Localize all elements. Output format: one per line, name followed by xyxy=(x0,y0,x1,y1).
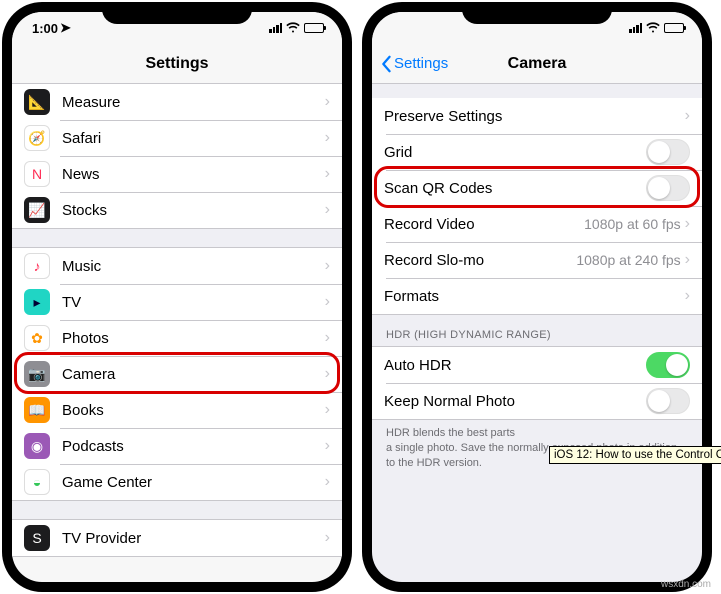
row-label: Game Center xyxy=(62,474,325,491)
wifi-icon xyxy=(646,21,660,36)
chevron-right-icon: › xyxy=(325,473,330,491)
settings-row-measure[interactable]: 📐 Measure› xyxy=(12,84,342,120)
news-icon: N xyxy=(24,161,50,187)
chevron-right-icon: › xyxy=(325,201,330,219)
settings-row-photos[interactable]: ✿ Photos› xyxy=(12,320,342,356)
row-detail: 1080p at 60 fps xyxy=(584,216,681,232)
settings-row-tv[interactable]: ▸ TV› xyxy=(12,284,342,320)
chevron-right-icon: › xyxy=(325,529,330,547)
watermark: wsxdn.com xyxy=(661,579,711,590)
row-label: Scan QR Codes xyxy=(384,180,646,197)
settings-row-tv-provider[interactable]: S TV Provider› xyxy=(12,520,342,556)
settings-row-stocks[interactable]: 📈 Stocks› xyxy=(12,192,342,228)
settings-row-camera[interactable]: 📷 Camera› xyxy=(12,356,342,392)
tv-provider-icon: S xyxy=(24,525,50,551)
row-label: Measure xyxy=(62,94,325,111)
nav-bar: Settings xyxy=(12,44,342,84)
tooltip: iOS 12: How to use the Control Cent xyxy=(549,446,721,464)
row-label: Books xyxy=(62,402,325,419)
chevron-right-icon: › xyxy=(325,257,330,275)
row-label: Auto HDR xyxy=(384,357,646,374)
chevron-right-icon: › xyxy=(325,437,330,455)
chevron-right-icon: › xyxy=(325,129,330,147)
settings-row-game-center[interactable]: ◒ Game Center› xyxy=(12,464,342,500)
page-title: Camera xyxy=(508,55,567,73)
status-time: 1:00 xyxy=(32,21,58,36)
row-label: Photos xyxy=(62,330,325,347)
podcasts-icon: ◉ xyxy=(24,433,50,459)
nav-bar: Settings Camera xyxy=(372,44,702,84)
chevron-right-icon: › xyxy=(325,93,330,111)
page-title: Settings xyxy=(145,55,208,73)
settings-row-news[interactable]: N News› xyxy=(12,156,342,192)
row-label: News xyxy=(62,166,325,183)
row-label: Grid xyxy=(384,144,646,161)
toggle-keep-normal-photo[interactable] xyxy=(646,388,690,414)
chevron-right-icon: › xyxy=(325,365,330,383)
chevron-right-icon: › xyxy=(685,107,690,125)
row-label: Record Video xyxy=(384,216,584,233)
camera-row-preserve-settings[interactable]: Preserve Settings› xyxy=(372,98,702,134)
toggle-auto-hdr[interactable] xyxy=(646,352,690,378)
game-center-icon: ◒ xyxy=(24,469,50,495)
photos-icon: ✿ xyxy=(24,325,50,351)
chevron-right-icon: › xyxy=(325,165,330,183)
camera-row-auto-hdr[interactable]: Auto HDR xyxy=(372,347,702,383)
camera-row-record-slo-mo[interactable]: Record Slo-mo1080p at 240 fps › xyxy=(372,242,702,278)
cell-signal-icon xyxy=(269,23,282,33)
back-label: Settings xyxy=(394,55,448,72)
camera-icon: 📷 xyxy=(24,361,50,387)
books-icon: 📖 xyxy=(24,397,50,423)
measure-icon: 📐 xyxy=(24,89,50,115)
chevron-right-icon: › xyxy=(685,287,690,305)
row-label: Keep Normal Photo xyxy=(384,393,646,410)
row-label: Formats xyxy=(384,288,685,305)
wifi-icon xyxy=(286,21,300,36)
camera-row-grid[interactable]: Grid xyxy=(372,134,702,170)
settings-row-podcasts[interactable]: ◉ Podcasts› xyxy=(12,428,342,464)
row-label: Record Slo-mo xyxy=(384,252,576,269)
phone-camera-settings: Settings Camera Preserve Settings›GridSc… xyxy=(362,2,712,592)
row-label: Podcasts xyxy=(62,438,325,455)
battery-icon xyxy=(304,23,324,33)
toggle-grid[interactable] xyxy=(646,139,690,165)
section-header-hdr: HDR (HIGH DYNAMIC RANGE) xyxy=(372,315,702,346)
notch xyxy=(102,2,252,24)
settings-row-safari[interactable]: 🧭 Safari› xyxy=(12,120,342,156)
safari-icon: 🧭 xyxy=(24,125,50,151)
chevron-right-icon: › xyxy=(325,293,330,311)
row-label: Camera xyxy=(62,366,325,383)
location-icon: ➤ xyxy=(60,20,71,36)
phone-settings: 1:00 ➤ Settings 📐Measure›🧭Safari›NNews›📈… xyxy=(2,2,352,592)
toggle-scan-qr-codes[interactable] xyxy=(646,175,690,201)
settings-row-books[interactable]: 📖 Books› xyxy=(12,392,342,428)
row-label: Music xyxy=(62,258,325,275)
tv-icon: ▸ xyxy=(24,289,50,315)
battery-icon xyxy=(664,23,684,33)
row-label: TV xyxy=(62,294,325,311)
cell-signal-icon xyxy=(629,23,642,33)
chevron-left-icon xyxy=(380,55,392,73)
camera-row-formats[interactable]: Formats› xyxy=(372,278,702,314)
chevron-right-icon: › xyxy=(325,329,330,347)
row-detail: 1080p at 240 fps xyxy=(576,252,680,268)
row-label: Stocks xyxy=(62,202,325,219)
camera-row-record-video[interactable]: Record Video1080p at 60 fps› xyxy=(372,206,702,242)
settings-row-music[interactable]: ♪ Music› xyxy=(12,248,342,284)
stocks-icon: 📈 xyxy=(24,197,50,223)
camera-row-scan-qr-codes[interactable]: Scan QR Codes xyxy=(372,170,702,206)
chevron-right-icon: › xyxy=(685,215,690,233)
chevron-right-icon: › xyxy=(325,401,330,419)
chevron-right-icon: › xyxy=(685,251,690,269)
row-label: Safari xyxy=(62,130,325,147)
notch xyxy=(462,2,612,24)
row-label: Preserve Settings xyxy=(384,108,685,125)
row-label: TV Provider xyxy=(62,530,325,547)
back-button[interactable]: Settings xyxy=(380,44,448,83)
camera-row-keep-normal-photo[interactable]: Keep Normal Photo xyxy=(372,383,702,419)
music-icon: ♪ xyxy=(24,253,50,279)
